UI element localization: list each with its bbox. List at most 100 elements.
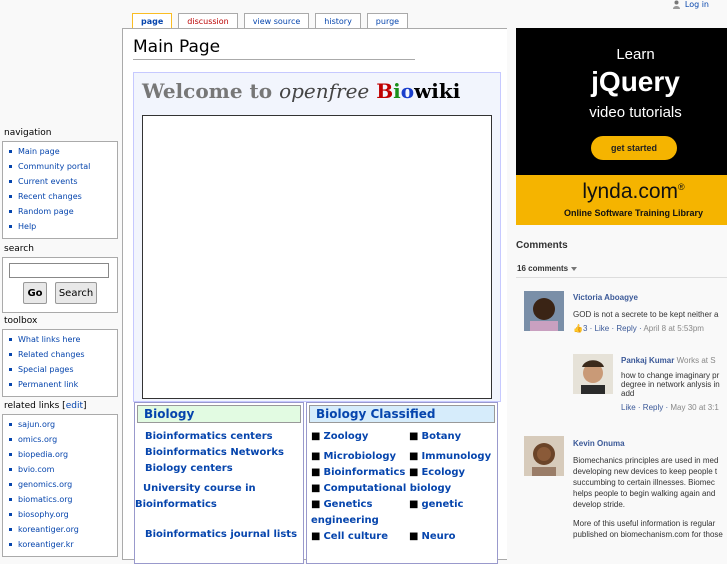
ad-video-tutorials: video tutorials bbox=[589, 104, 682, 121]
sidebar-item-current-events[interactable]: Current events bbox=[9, 174, 117, 189]
welcome-text: Welcome to bbox=[142, 79, 280, 103]
comment-author-work: Works at S bbox=[676, 356, 716, 365]
divider bbox=[516, 277, 727, 278]
welcome-letter-i: i bbox=[393, 79, 401, 103]
comment-text-line-3: succumbing to certain illnesses. Biomec bbox=[573, 478, 715, 487]
comments-count-label: 16 comments bbox=[517, 264, 569, 273]
comment-author[interactable]: Pankaj Kumar bbox=[621, 356, 674, 365]
search-heading: search bbox=[4, 244, 34, 254]
search-input[interactable] bbox=[9, 263, 109, 278]
page-tabs: page discussion view source history purg… bbox=[132, 13, 409, 28]
sidebar-item-what-links-here[interactable]: What links here bbox=[9, 332, 117, 347]
class-immunology[interactable]: Immunology bbox=[409, 449, 491, 465]
personal-tools: Log in bbox=[672, 0, 709, 9]
tab-discussion[interactable]: discussion bbox=[178, 13, 238, 28]
class-engineering[interactable]: engineering bbox=[311, 513, 379, 529]
related-link-sajun[interactable]: sajun.org bbox=[9, 417, 117, 432]
related-link-omics[interactable]: omics.org bbox=[9, 432, 117, 447]
comments-count[interactable]: 16 comments bbox=[517, 264, 578, 273]
tab-history[interactable]: history bbox=[315, 13, 361, 28]
class-computational-biology[interactable]: Computational biology bbox=[311, 481, 451, 497]
comment-text-line-4: helps people to begin walking again and bbox=[573, 489, 716, 498]
related-link-biosophy[interactable]: biosophy.org bbox=[9, 507, 117, 522]
like-count: 3 bbox=[582, 324, 588, 333]
tab-view-source[interactable]: view source bbox=[243, 13, 310, 28]
link-journal-lists[interactable]: Bioinformatics journal lists bbox=[135, 527, 303, 543]
comment-author[interactable]: Kevin Onuma bbox=[573, 438, 723, 449]
tab-page[interactable]: page bbox=[132, 13, 173, 28]
welcome-letter-o: o bbox=[400, 79, 415, 103]
welcome-letter-b: B bbox=[376, 79, 394, 103]
comment-date[interactable]: April 8 at 5:53pm bbox=[643, 324, 703, 333]
class-zoology[interactable]: Zoology bbox=[311, 429, 409, 445]
comment-text: GOD is not a secrete to be kept neither … bbox=[573, 310, 719, 319]
welcome-banner: Welcome to openfree Biowiki bbox=[142, 79, 460, 103]
avatar[interactable] bbox=[524, 291, 564, 331]
ad-lynda-logo: lynda.com® bbox=[516, 180, 727, 204]
navigation-portlet: navigation Main page Community portal Cu… bbox=[0, 128, 120, 239]
navigation-heading: navigation bbox=[4, 128, 52, 138]
class-botany[interactable]: Botany bbox=[409, 429, 461, 445]
avatar[interactable] bbox=[524, 436, 564, 476]
toolbox-heading: toolbox bbox=[4, 316, 38, 326]
link-university-course[interactable]: University course in Bioinformatics bbox=[135, 481, 285, 513]
class-genetic[interactable]: genetic bbox=[409, 497, 463, 513]
comment-1: Victoria Aboagye GOD is not a secrete to… bbox=[573, 293, 718, 333]
lynda-ad[interactable]: Learn jQuery video tutorials get started… bbox=[516, 28, 727, 225]
sidebar-item-related-changes[interactable]: Related changes bbox=[9, 347, 117, 362]
related-link-biomatics[interactable]: biomatics.org bbox=[9, 492, 117, 507]
class-microbiology[interactable]: Microbiology bbox=[311, 449, 409, 465]
comment-text-line-2: degree in network anlysis in bbox=[621, 380, 720, 389]
ad-brand: lynda.com bbox=[582, 180, 679, 203]
comment-date[interactable]: May 30 at 3:1 bbox=[670, 403, 718, 412]
class-genetics[interactable]: Genetics bbox=[311, 497, 409, 513]
comment-text-line-3: add bbox=[621, 389, 635, 398]
media-frame[interactable] bbox=[142, 115, 492, 399]
sidebar-item-help[interactable]: Help bbox=[9, 219, 117, 234]
page-title: Main Page bbox=[133, 37, 415, 60]
related-links-portlet: related links [edit] sajun.org omics.org… bbox=[0, 401, 120, 557]
like-link[interactable]: Like bbox=[621, 403, 636, 412]
class-neuro[interactable]: Neuro bbox=[409, 529, 455, 545]
class-ecology[interactable]: Ecology bbox=[409, 465, 465, 481]
comment-text-line-2: developing new devices to keep people t bbox=[573, 467, 718, 476]
link-bioinformatics-centers[interactable]: Bioinformatics centers bbox=[135, 429, 303, 445]
link-bioinformatics-networks[interactable]: Bioinformatics Networks bbox=[135, 445, 303, 461]
thumbs-up-icon: 👍 bbox=[573, 324, 583, 333]
comment-2: Pankaj Kumar Works at S how to change im… bbox=[621, 356, 720, 412]
login-link[interactable]: Log in bbox=[685, 0, 709, 9]
related-link-biopedia[interactable]: biopedia.org bbox=[9, 447, 117, 462]
chevron-down-icon bbox=[571, 266, 578, 271]
sidebar-item-permanent-link[interactable]: Permanent link bbox=[9, 377, 117, 392]
biology-classified-heading[interactable]: Biology Classified bbox=[309, 405, 495, 423]
content-area: Main Page Welcome to openfree Biowiki Bi… bbox=[122, 28, 507, 564]
sidebar-item-community-portal[interactable]: Community portal bbox=[9, 159, 117, 174]
tab-purge[interactable]: purge bbox=[366, 13, 409, 28]
related-link-bvio[interactable]: bvio.com bbox=[9, 462, 117, 477]
edit-link[interactable]: edit bbox=[66, 401, 83, 411]
comment-text-line-6: More of this useful information is regul… bbox=[573, 519, 716, 528]
avatar[interactable] bbox=[573, 354, 613, 394]
sidebar-item-main-page[interactable]: Main page bbox=[9, 144, 117, 159]
go-button[interactable]: Go bbox=[23, 282, 47, 304]
like-link[interactable]: Like bbox=[595, 324, 610, 333]
link-biology-centers[interactable]: Biology centers bbox=[135, 461, 303, 477]
comment-author[interactable]: Victoria Aboagye bbox=[573, 293, 718, 302]
reply-link[interactable]: Reply bbox=[643, 403, 663, 412]
class-bioinformatics[interactable]: Bioinformatics bbox=[311, 465, 409, 481]
user-icon bbox=[672, 0, 681, 9]
reply-link[interactable]: Reply bbox=[616, 324, 636, 333]
related-links-title: related links bbox=[4, 401, 60, 411]
related-link-koreantiger-org[interactable]: koreantiger.org bbox=[9, 522, 117, 537]
search-button[interactable]: Search bbox=[55, 282, 97, 304]
sidebar-item-random-page[interactable]: Random page bbox=[9, 204, 117, 219]
related-links-heading: related links [edit] bbox=[4, 401, 87, 411]
class-cell-culture[interactable]: Cell culture bbox=[311, 529, 409, 545]
biology-heading[interactable]: Biology bbox=[137, 405, 301, 423]
comment-meta: 👍3 · Like · Reply · April 8 at 5:53pm bbox=[573, 324, 704, 333]
comment-text-line-5: develop stride. bbox=[573, 500, 626, 509]
sidebar-item-recent-changes[interactable]: Recent changes bbox=[9, 189, 117, 204]
sidebar-item-special-pages[interactable]: Special pages bbox=[9, 362, 117, 377]
ad-get-started-button[interactable]: get started bbox=[591, 136, 677, 160]
related-link-genomics[interactable]: genomics.org bbox=[9, 477, 117, 492]
